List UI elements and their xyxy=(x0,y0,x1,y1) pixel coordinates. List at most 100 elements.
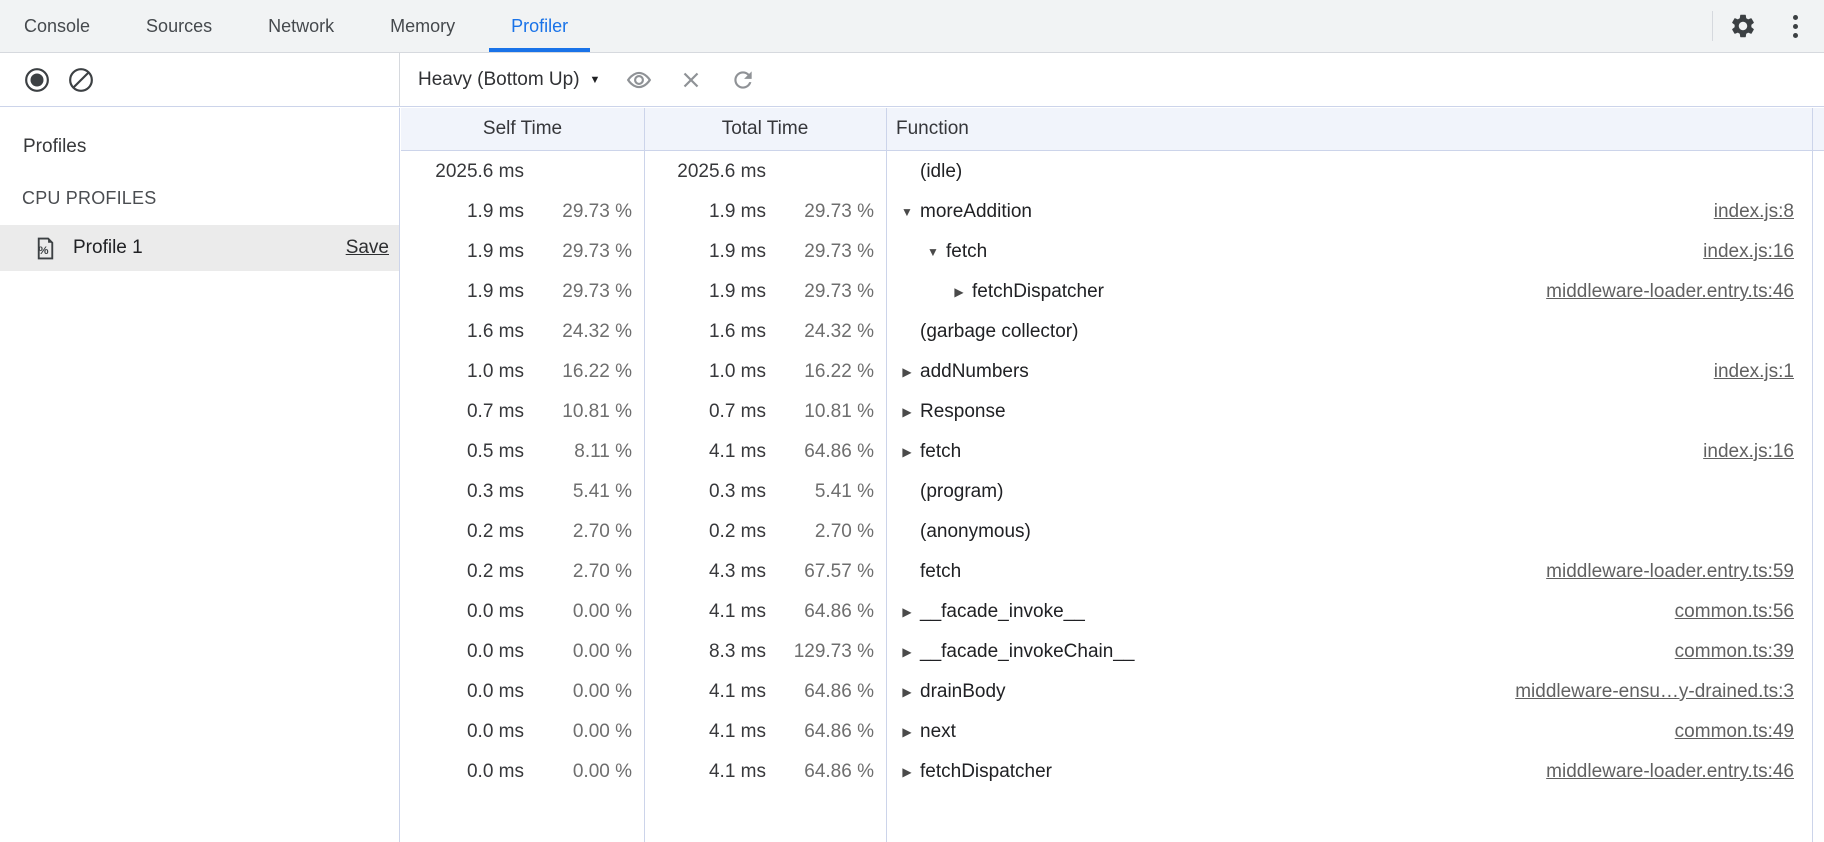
expanded-arrow-icon[interactable]: ▼ xyxy=(894,205,920,219)
close-icon[interactable] xyxy=(678,67,704,93)
source-link[interactable]: index.js:8 xyxy=(1714,201,1794,223)
source-link[interactable]: common.ts:39 xyxy=(1675,641,1794,663)
collapsed-arrow-icon[interactable]: ▶ xyxy=(894,405,920,419)
refresh-icon[interactable] xyxy=(730,67,756,93)
table-row[interactable]: 0.3 ms5.41 %0.3 ms5.41 %(program) xyxy=(401,472,1824,512)
self-time-ms: 0.0 ms xyxy=(402,721,524,743)
total-time-ms: 0.7 ms xyxy=(644,401,766,423)
source-link[interactable]: middleware-loader.entry.ts:59 xyxy=(1546,561,1794,583)
self-time-ms: 0.0 ms xyxy=(402,681,524,703)
gear-icon[interactable] xyxy=(1729,12,1757,40)
save-profile-link[interactable]: Save xyxy=(346,237,389,259)
view-mode-select[interactable]: Heavy (Bottom Up) ▼ xyxy=(418,69,600,91)
table-row[interactable]: 0.0 ms0.00 %4.1 ms64.86 %▶drainBodymiddl… xyxy=(401,672,1824,712)
tab-network[interactable]: Network xyxy=(240,0,362,52)
collapsed-arrow-icon[interactable]: ▶ xyxy=(894,365,920,379)
function-name: fetch xyxy=(920,441,961,463)
function-cell: ▶__facade_invoke__common.ts:56 xyxy=(886,601,1824,623)
self-time-pct: 29.73 % xyxy=(524,281,632,303)
self-time-ms: 1.0 ms xyxy=(402,361,524,383)
total-time-cell: 1.9 ms29.73 % xyxy=(644,241,886,263)
self-time-ms: 1.9 ms xyxy=(402,201,524,223)
table-row[interactable]: 1.9 ms29.73 %1.9 ms29.73 %▶fetchDispatch… xyxy=(401,272,1824,312)
source-link[interactable]: index.js:16 xyxy=(1703,241,1794,263)
total-time-pct: 2.70 % xyxy=(766,521,874,543)
self-time-cell: 0.3 ms5.41 % xyxy=(401,481,644,503)
profiler-record-controls xyxy=(0,53,400,106)
total-time-pct: 64.86 % xyxy=(766,721,874,743)
self-time-ms: 0.2 ms xyxy=(402,561,524,583)
function-name: fetchDispatcher xyxy=(920,761,1052,783)
tab-console[interactable]: Console xyxy=(0,0,118,52)
source-link[interactable]: middleware-ensu…y-drained.ts:3 xyxy=(1515,681,1794,703)
collapsed-arrow-icon[interactable]: ▶ xyxy=(894,645,920,659)
chevron-down-icon: ▼ xyxy=(590,74,601,86)
self-time-cell: 0.0 ms0.00 % xyxy=(401,721,644,743)
table-row[interactable]: 0.5 ms8.11 %4.1 ms64.86 %▶fetchindex.js:… xyxy=(401,432,1824,472)
total-time-ms: 4.1 ms xyxy=(644,721,766,743)
column-header-self-time[interactable]: Self Time xyxy=(401,118,644,140)
function-cell: (garbage collector) xyxy=(886,321,1824,343)
total-time-pct: 64.86 % xyxy=(766,761,874,783)
total-time-cell: 4.1 ms64.86 % xyxy=(644,721,886,743)
table-row[interactable]: 1.0 ms16.22 %1.0 ms16.22 %▶addNumbersind… xyxy=(401,352,1824,392)
self-time-ms: 1.9 ms xyxy=(402,241,524,263)
tab-sources[interactable]: Sources xyxy=(118,0,240,52)
total-time-pct: 5.41 % xyxy=(766,481,874,503)
profile-list-item[interactable]: % Profile 1 Save xyxy=(0,225,399,271)
source-link[interactable]: middleware-loader.entry.ts:46 xyxy=(1546,281,1794,303)
source-link[interactable]: common.ts:56 xyxy=(1675,601,1794,623)
tab-profiler[interactable]: Profiler xyxy=(483,0,596,52)
table-row[interactable]: 0.0 ms0.00 %4.1 ms64.86 %▶nextcommon.ts:… xyxy=(401,712,1824,752)
total-time-pct: 64.86 % xyxy=(766,681,874,703)
table-row[interactable]: 0.0 ms0.00 %8.3 ms129.73 %▶__facade_invo… xyxy=(401,632,1824,672)
collapsed-arrow-icon[interactable]: ▶ xyxy=(894,725,920,739)
total-time-pct: 64.86 % xyxy=(766,601,874,623)
eye-icon[interactable] xyxy=(626,67,652,93)
table-row[interactable]: 0.2 ms2.70 %0.2 ms2.70 %(anonymous) xyxy=(401,512,1824,552)
table-row[interactable]: 0.7 ms10.81 %0.7 ms10.81 %▶Response xyxy=(401,392,1824,432)
total-time-pct: 10.81 % xyxy=(766,401,874,423)
total-time-cell: 4.1 ms64.86 % xyxy=(644,761,886,783)
table-row[interactable]: 1.9 ms29.73 %1.9 ms29.73 %▼moreAdditioni… xyxy=(401,192,1824,232)
table-row[interactable]: 1.6 ms24.32 %1.6 ms24.32 %(garbage colle… xyxy=(401,312,1824,352)
table-row[interactable]: 0.0 ms0.00 %4.1 ms64.86 %▶__facade_invok… xyxy=(401,592,1824,632)
expanded-arrow-icon[interactable]: ▼ xyxy=(920,245,946,259)
column-header-total-time[interactable]: Total Time xyxy=(644,118,886,140)
total-time-pct: 24.32 % xyxy=(766,321,874,343)
table-row[interactable]: 0.0 ms0.00 %4.1 ms64.86 %▶fetchDispatche… xyxy=(401,752,1824,792)
more-menu-icon[interactable] xyxy=(1789,11,1802,42)
table-row[interactable]: 2025.6 ms2025.6 ms(idle) xyxy=(401,152,1824,192)
clear-icon[interactable] xyxy=(68,67,94,93)
source-link[interactable]: middleware-loader.entry.ts:46 xyxy=(1546,761,1794,783)
profiles-sidebar: Profiles CPU PROFILES % Profile 1 Save xyxy=(0,108,400,842)
total-time-ms: 1.6 ms xyxy=(644,321,766,343)
function-name: drainBody xyxy=(920,681,1006,703)
self-time-ms: 0.7 ms xyxy=(402,401,524,423)
total-time-ms: 4.3 ms xyxy=(644,561,766,583)
collapsed-arrow-icon[interactable]: ▶ xyxy=(946,285,972,299)
self-time-pct: 16.22 % xyxy=(524,361,632,383)
total-time-pct: 29.73 % xyxy=(766,241,874,263)
table-row[interactable]: 1.9 ms29.73 %1.9 ms29.73 %▼fetchindex.js… xyxy=(401,232,1824,272)
collapsed-arrow-icon[interactable]: ▶ xyxy=(894,445,920,459)
function-cell: ▼fetchindex.js:16 xyxy=(886,241,1824,263)
total-time-ms: 4.1 ms xyxy=(644,441,766,463)
collapsed-arrow-icon[interactable]: ▶ xyxy=(894,605,920,619)
collapsed-arrow-icon[interactable]: ▶ xyxy=(894,685,920,699)
source-link[interactable]: index.js:16 xyxy=(1703,441,1794,463)
total-time-ms: 1.0 ms xyxy=(644,361,766,383)
source-link[interactable]: index.js:1 xyxy=(1714,361,1794,383)
function-cell: (program) xyxy=(886,481,1824,503)
source-link[interactable]: common.ts:49 xyxy=(1675,721,1794,743)
function-name: (anonymous) xyxy=(920,521,1031,543)
record-icon[interactable] xyxy=(24,67,50,93)
collapsed-arrow-icon[interactable]: ▶ xyxy=(894,765,920,779)
table-row[interactable]: 0.2 ms2.70 %4.3 ms67.57 %fetchmiddleware… xyxy=(401,552,1824,592)
svg-text:%: % xyxy=(38,245,48,257)
function-name: addNumbers xyxy=(920,361,1029,383)
column-header-function[interactable]: Function xyxy=(886,118,1824,140)
self-time-cell: 0.0 ms0.00 % xyxy=(401,601,644,623)
tab-memory[interactable]: Memory xyxy=(362,0,483,52)
profiler-data-grid: Self Time Total Time Function 2025.6 ms2… xyxy=(401,108,1824,842)
